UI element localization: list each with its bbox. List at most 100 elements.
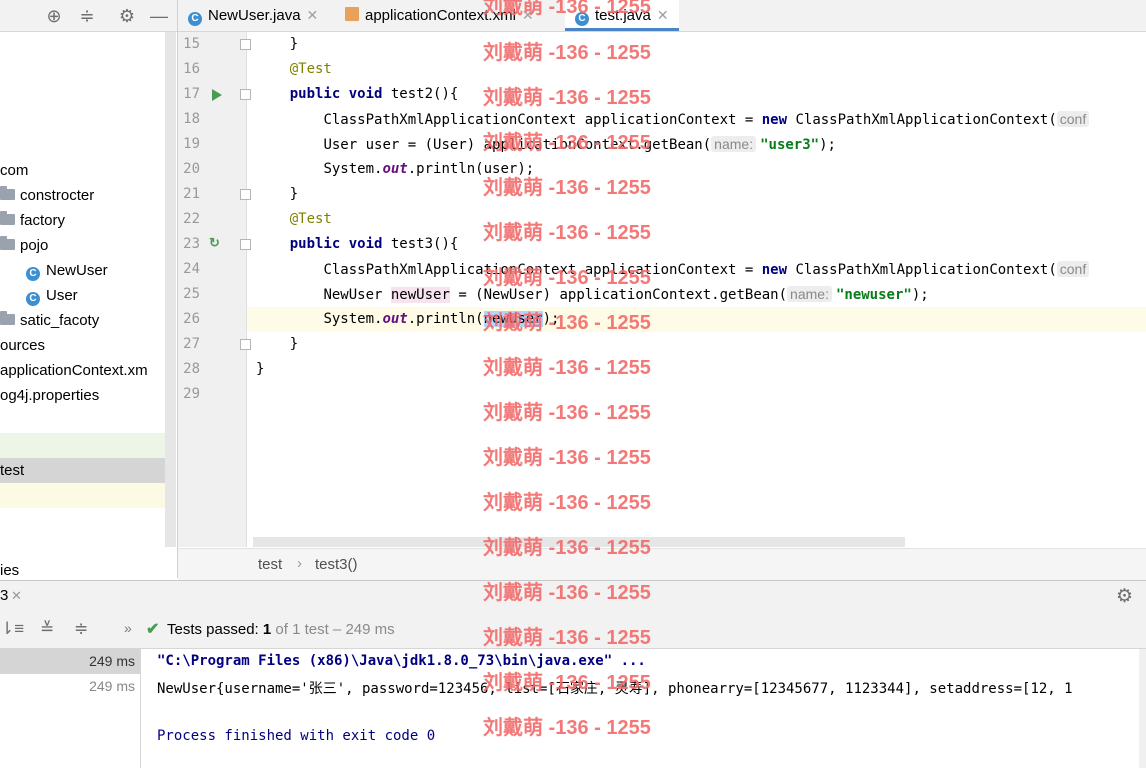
run-test-icon[interactable] [212,89,222,101]
tree-item-constrocter[interactable]: constrocter [0,183,94,208]
tree-item-test[interactable]: test [0,458,24,483]
watermark-text: 刘戴萌 -136 - 1255 [483,87,651,109]
watermark-text: 刘戴萌 -136 - 1255 [483,42,651,64]
tree-item-log4j[interactable]: og4j.properties [0,383,99,408]
breadcrumb-item-test3[interactable]: test3() [315,556,358,573]
tree-label: factory [20,212,66,229]
code-line-15: } [256,36,299,52]
sidebar-toolbar: ⊕ ≑ ⚙ — [0,0,177,32]
code-line-28: } [256,361,265,377]
class-icon: C [188,12,202,26]
line-number: 25 [183,286,200,302]
watermark-text: 刘戴萌 -136 - 1255 [483,357,651,379]
fold-marker-icon[interactable] [240,339,251,350]
gear-icon[interactable]: ⚙ [117,6,137,26]
close-icon[interactable]: ✕ [307,7,319,23]
tree-label: pojo [20,237,49,254]
gear-icon[interactable]: ⚙ [1116,585,1133,608]
line-number: 19 [183,136,200,152]
watermark-text: 刘戴萌 -136 - 1255 [483,402,651,424]
folder-icon [0,311,15,325]
line-number: 17 [183,86,200,102]
line-number: 23 [183,236,200,252]
breadcrumb-item-test[interactable]: test [258,556,282,573]
tree-item-applicationcontext[interactable]: applicationContext.xm [0,358,148,383]
tab-newuser-java[interactable]: C NewUser.java ✕ [188,0,318,31]
tree-item-resources[interactable]: ources [0,333,45,358]
param-hint: name: [711,136,757,152]
tree-item-libraries[interactable]: ies [0,558,19,578]
rerun-test-icon[interactable]: ↻ [209,235,220,251]
sort-icon[interactable]: ⇂≡ [0,619,24,639]
tree-row-highlight [0,483,165,508]
check-icon: ✔ [146,621,160,638]
line-number: 24 [183,261,200,277]
code-line-27: } [256,336,299,352]
fold-marker-icon[interactable] [240,189,251,200]
expand-all-icon[interactable]: ≚ [40,619,54,639]
test-tree: 249 ms 249 ms [0,649,141,768]
collapse-all-icon[interactable]: ≑ [74,619,88,639]
param-hint: conf [1056,111,1090,127]
run-tab-label[interactable]: 3 [0,587,8,604]
target-icon[interactable]: ⊕ [44,6,64,26]
close-icon[interactable]: ✕ [11,588,22,604]
tree-item-user[interactable]: C User [26,283,78,308]
fold-marker-icon[interactable] [240,39,251,50]
close-icon[interactable]: ✕ [657,7,669,23]
watermark-text: 刘戴萌 -136 - 1255 [483,177,651,199]
watermark-text: 刘戴萌 -136 - 1255 [483,0,651,18]
sidebar-scrollbar[interactable] [165,32,176,547]
code-line-21: } [256,186,299,202]
tree-label: NewUser [46,262,108,279]
class-icon: C [26,292,40,306]
fold-marker-icon[interactable] [240,89,251,100]
tree-item-com[interactable]: com [0,158,28,183]
code-line-18: ClassPathXmlApplicationContext applicati… [256,107,1093,133]
line-number: 18 [183,111,200,127]
minimize-icon[interactable]: — [149,6,169,26]
fold-marker-icon[interactable] [240,239,251,250]
tree-label: User [46,287,78,304]
watermark-text: 刘戴萌 -136 - 1255 [483,627,651,649]
console-scrollbar[interactable] [1139,649,1146,768]
tree-label: constrocter [20,187,95,204]
param-hint: conf [1056,261,1090,277]
line-number: 21 [183,186,200,202]
tree-label: ies [0,562,20,578]
tree-row-selected [0,458,165,483]
watermark-text: 刘戴萌 -136 - 1255 [483,582,651,604]
tree-label: ources [0,337,46,354]
test-status: Tests passed: 1 of 1 test – 249 ms [167,621,395,638]
tree-label: test [0,462,25,479]
line-number: 16 [183,61,200,77]
code-line-22: @Test [289,211,332,227]
line-number: 15 [183,36,200,52]
watermark-text: 刘戴萌 -136 - 1255 [483,447,651,469]
line-number: 22 [183,211,200,227]
editor-tabbar: C NewUser.java ✕ applicationContext.xml ✕ C… [178,0,1146,32]
watermark-text: 刘戴萌 -136 - 1255 [483,132,651,154]
more-icon[interactable]: » [124,620,132,636]
tab-label: NewUser.java [208,7,301,24]
code-editor[interactable]: 15 16 17 18 19 20 21 22 23 24 25 26 27 2… [178,32,1146,547]
class-icon: C [26,267,40,281]
watermark-text: 刘戴萌 -136 - 1255 [483,672,651,694]
breadcrumb-separator: › [297,555,302,572]
tree-label: og4j.properties [0,387,100,404]
code-line-16: @Test [289,61,332,77]
collapse-all-icon[interactable]: ≑ [77,6,97,26]
tree-label: applicationContext.xm [0,362,148,379]
tree-item-pojo[interactable]: pojo [0,233,48,258]
tree-row-highlight [0,433,165,458]
project-sidebar: ⊕ ≑ ⚙ — com constrocter factory pojo C Ne… [0,0,178,578]
folder-icon [0,186,15,200]
line-number: 27 [183,336,200,352]
watermark-text: 刘戴萌 -136 - 1255 [483,267,651,289]
tree-item-newuser[interactable]: C NewUser [26,258,108,283]
tree-item-factory[interactable]: factory [0,208,65,233]
tree-item-satic-facoty[interactable]: satic_facoty [0,308,99,333]
console-line: Process finished with exit code 0 [157,728,436,744]
tree-label: satic_facoty [20,312,100,329]
tree-label: com [0,162,29,179]
